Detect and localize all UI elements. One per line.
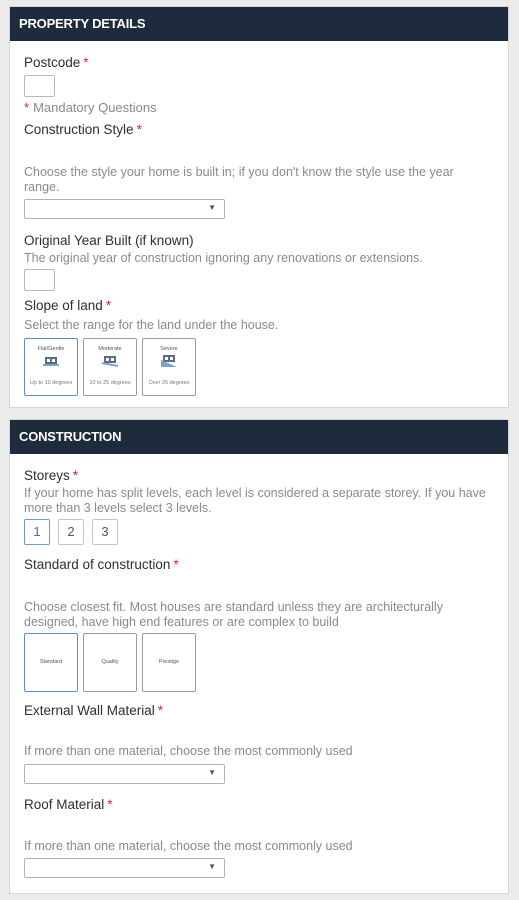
postcode-input[interactable] [24, 75, 55, 97]
roof-material-label-text: Roof Material [24, 797, 105, 812]
required-mark: * [173, 557, 179, 572]
standard-help: Choose closest fit. Most houses are stan… [24, 600, 443, 629]
property-details-panel: PROPERTY DETAILS Postcode * * Mandatory Qu… [9, 6, 509, 408]
construction-header: CONSTRUCTION [10, 420, 508, 454]
roof-material-label: Roof Material * [24, 797, 113, 812]
construction-style-select[interactable]: ▼ [24, 199, 225, 219]
construction-style-help: Choose the style your home is built in; … [24, 165, 454, 194]
slope-label-text: Slope of land [24, 298, 103, 313]
property-details-header: PROPERTY DETAILS [10, 7, 508, 41]
slope-option-sub: Over 25 degrees [148, 380, 190, 386]
standard-option-prestige[interactable]: Prestige [142, 633, 196, 692]
slope-label: Slope of land * [24, 298, 111, 313]
wall-material-label: External Wall Material * [24, 703, 163, 718]
required-mark: * [157, 703, 164, 718]
standard-option-quality[interactable]: Quality [83, 633, 137, 692]
slope-option-title: Severe [160, 346, 178, 352]
roof-material-select[interactable]: ▼ [24, 858, 225, 878]
storeys-help: If your home has split levels, each leve… [24, 486, 486, 515]
mandatory-note: * Mandatory Questions [24, 100, 157, 115]
mandatory-note-text: Mandatory Questions [33, 100, 157, 115]
storeys-label-text: Storeys [24, 468, 70, 483]
slope-option-title: Flat/Gentle [37, 346, 65, 352]
required-mark: * [72, 468, 79, 483]
slope-option-sub: 10 to 25 degrees [89, 380, 131, 386]
storeys-option-3[interactable]: 3 [92, 519, 118, 545]
standard-option-standard[interactable]: Standard [24, 633, 78, 692]
year-built-input[interactable] [24, 269, 55, 291]
standard-option-title: Quality [101, 658, 119, 665]
slope-option-flat[interactable]: Flat/Gentle Up to 10 degrees [24, 338, 78, 396]
slope-option-severe[interactable]: Severe Over 25 degrees [142, 338, 196, 396]
chevron-down-icon: ▼ [208, 203, 216, 212]
roof-material-help: If more than one material, choose the mo… [24, 839, 353, 853]
year-built-label: Original Year Built (if known) [24, 233, 194, 248]
slope-option-moderate[interactable]: Moderate 10 to 25 degrees [83, 338, 137, 396]
standard-option-title: Prestige [158, 658, 180, 665]
standard-label: Standard of construction * [24, 557, 179, 572]
slope-help: Select the range for the land under the … [24, 318, 279, 332]
postcode-label: Postcode * [24, 55, 89, 70]
standard-label-text: Standard of construction [24, 557, 171, 572]
required-mark: * [83, 55, 89, 70]
house-severe-slope-icon [161, 355, 177, 367]
storeys-option-2[interactable]: 2 [58, 519, 84, 545]
storeys-option-1[interactable]: 1 [24, 519, 50, 545]
slope-option-title: Moderate [98, 346, 122, 352]
wall-material-label-text: External Wall Material [24, 703, 155, 718]
storeys-label: Storeys * [24, 468, 78, 483]
chevron-down-icon: ▼ [208, 862, 216, 871]
house-moderate-slope-icon [102, 356, 118, 367]
slope-option-sub: Up to 10 degrees [29, 380, 73, 386]
wall-material-help: If more than one material, choose the mo… [24, 744, 353, 758]
chevron-down-icon: ▼ [208, 768, 216, 777]
required-mark: * [136, 122, 142, 137]
postcode-label-text: Postcode [24, 55, 81, 70]
required-mark: * [107, 797, 113, 812]
construction-panel: CONSTRUCTION Storeys * If your home has s… [9, 419, 509, 894]
mandatory-required-mark: * [24, 100, 30, 115]
standard-option-title: Standard [39, 658, 63, 665]
construction-style-label-text: Construction Style [24, 122, 134, 137]
year-built-help: The original year of construction ignori… [24, 251, 423, 265]
wall-material-select[interactable]: ▼ [24, 764, 225, 784]
house-flat-slope-icon [43, 357, 59, 366]
required-mark: * [105, 298, 112, 313]
construction-style-label: Construction Style * [24, 122, 142, 137]
